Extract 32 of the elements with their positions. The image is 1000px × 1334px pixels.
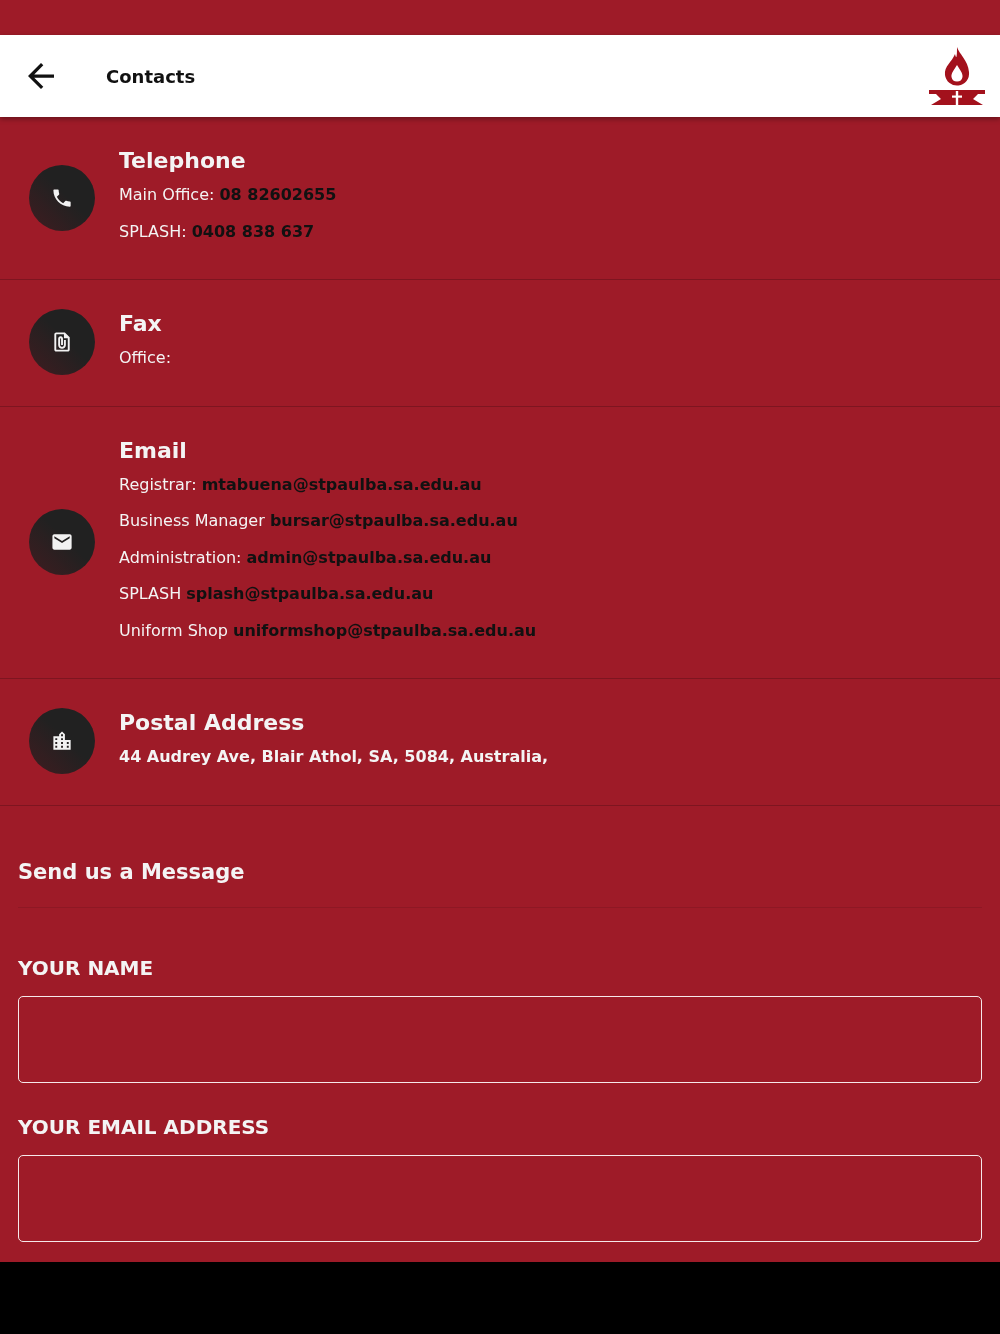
contact-label: Registrar: — [119, 474, 197, 494]
input-field[interactable] — [18, 1154, 982, 1242]
contact-label: Administration: — [119, 547, 242, 567]
contact-label: Business Manager — [119, 511, 265, 530]
contact-label: SPLASH: — [119, 221, 187, 241]
back-arrow-icon — [28, 63, 54, 89]
section-title: Telephone — [119, 147, 246, 175]
section-title: Postal Address — [119, 709, 305, 737]
email-link[interactable]: admin@stpaulba.sa.edu.au — [246, 547, 492, 567]
contact-label: Uniform Shop — [119, 620, 228, 640]
address-text: 44 Audrey Ave, Blair Athol, SA, 5084, Australia, — [119, 747, 549, 766]
flame-logo-icon — [928, 46, 986, 106]
input-field[interactable] — [18, 995, 982, 1083]
section-title: Fax — [119, 310, 162, 338]
phone-icon — [29, 164, 95, 231]
envelope-icon — [29, 508, 95, 575]
contact-label: Office: — [119, 348, 172, 367]
contact-label: Main Office: — [119, 185, 215, 204]
section-title: Email — [119, 436, 187, 465]
contact-label: SPLASH — [119, 584, 182, 603]
email-link[interactable]: splash@stpaulba.sa.edu.au — [186, 584, 434, 603]
form-title: Send us a Message — [18, 858, 245, 886]
field-label: YOUR EMAIL ADDRESS — [18, 1113, 270, 1141]
phone-link[interactable]: 0408 838 637 — [191, 221, 315, 241]
email-link[interactable]: uniformshop@stpaulba.sa.edu.au — [233, 620, 537, 640]
screen-title: Contacts — [106, 65, 196, 87]
email-link[interactable]: bursar@stpaulba.sa.edu.au — [269, 511, 518, 530]
phone-link[interactable]: 08 82602655 — [219, 185, 337, 204]
email-link[interactable]: mtabuena@stpaulba.sa.edu.au — [201, 474, 482, 494]
document-clip-icon — [29, 309, 95, 376]
building-icon — [29, 708, 95, 775]
field-label: YOUR NAME — [18, 954, 154, 982]
